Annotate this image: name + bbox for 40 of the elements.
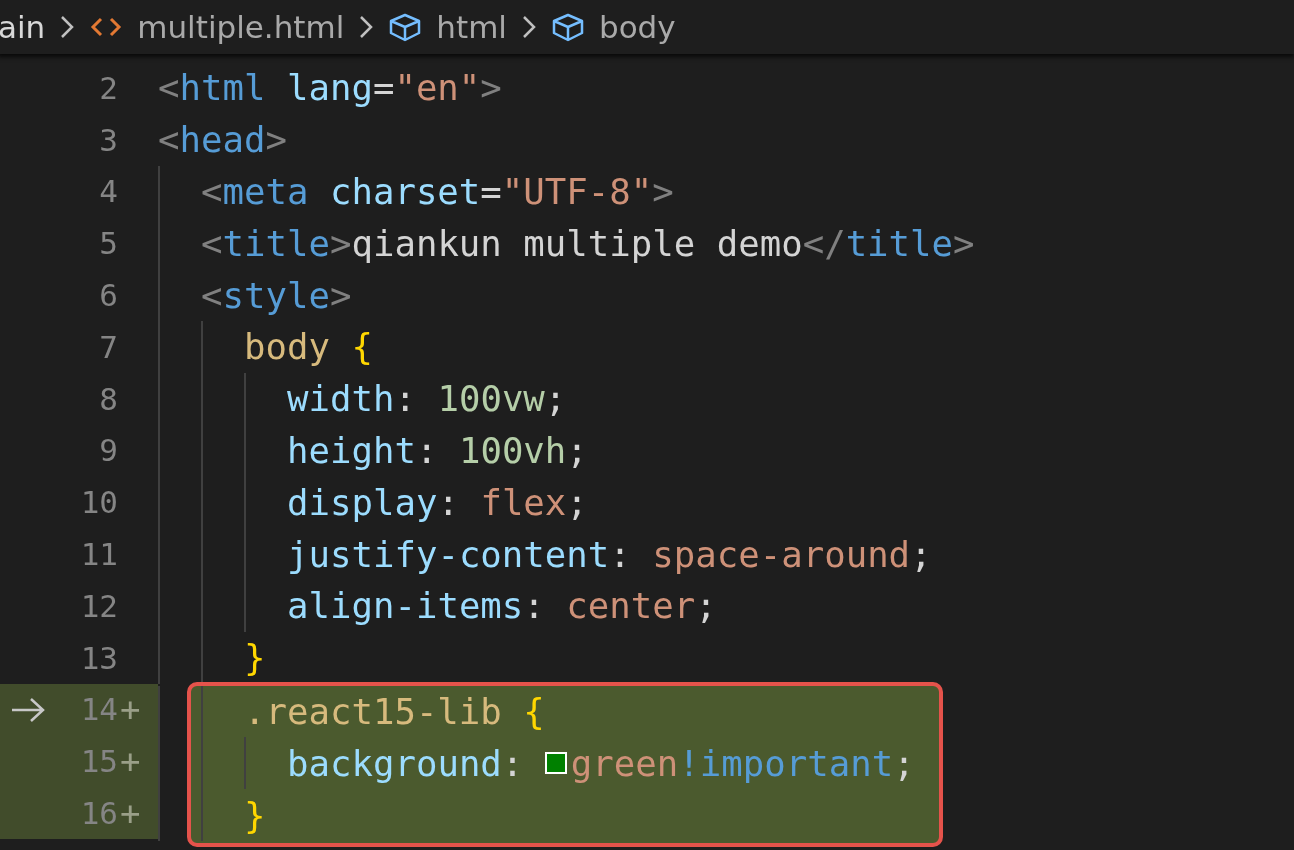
code-line: width: 100vw; bbox=[158, 372, 567, 425]
breadcrumb-item[interactable]: body bbox=[598, 9, 676, 45]
line-number: 14 bbox=[79, 691, 118, 728]
code-line: display: flex; bbox=[158, 476, 588, 529]
code-line: background: green!important; bbox=[158, 737, 915, 790]
line-number: 8 bbox=[98, 380, 118, 417]
line-number: 5 bbox=[98, 225, 118, 262]
diff-marker: + bbox=[120, 689, 141, 730]
breadcrumb-item[interactable]: multiple.html bbox=[137, 9, 345, 45]
line-number: 7 bbox=[98, 328, 118, 365]
line-number: 3 bbox=[98, 121, 118, 158]
code-line: <title>qiankun multiple demo</title> bbox=[158, 217, 975, 270]
line-number: 4 bbox=[98, 173, 118, 210]
line-number: 13 bbox=[79, 639, 118, 676]
breadcrumb-item[interactable]: html bbox=[436, 9, 507, 45]
chevron-icon bbox=[59, 14, 76, 40]
line-number: 9 bbox=[98, 432, 118, 469]
line-number: 16 bbox=[79, 795, 118, 832]
code-line: <html lang="en"> bbox=[158, 66, 502, 111]
code-line: justify-content: space-around; bbox=[158, 528, 932, 580]
code-line: body { bbox=[158, 321, 373, 373]
line-number: 15 bbox=[79, 743, 118, 780]
breadcrumb-item[interactable]: ain bbox=[0, 9, 46, 45]
line-number: 12 bbox=[79, 587, 118, 624]
code-line: .react15-lib { bbox=[158, 685, 545, 738]
color-swatch[interactable] bbox=[544, 752, 567, 775]
line-number: 2 bbox=[98, 69, 118, 106]
line-number: 11 bbox=[79, 536, 118, 573]
code-line: height: 100vh; bbox=[158, 424, 588, 477]
chevron-icon bbox=[358, 14, 375, 40]
code-line: align-items: center; bbox=[158, 579, 717, 632]
code-line: } bbox=[158, 789, 266, 841]
code-line: <style> bbox=[158, 269, 352, 321]
line-number: 6 bbox=[98, 277, 118, 314]
chevron-icon bbox=[520, 14, 537, 40]
diff-marker: + bbox=[120, 793, 141, 834]
line-number: 10 bbox=[79, 484, 118, 521]
code-line: <meta charset="UTF-8"> bbox=[158, 165, 674, 218]
code-line: <head> bbox=[158, 118, 287, 163]
diff-marker: + bbox=[120, 741, 141, 782]
